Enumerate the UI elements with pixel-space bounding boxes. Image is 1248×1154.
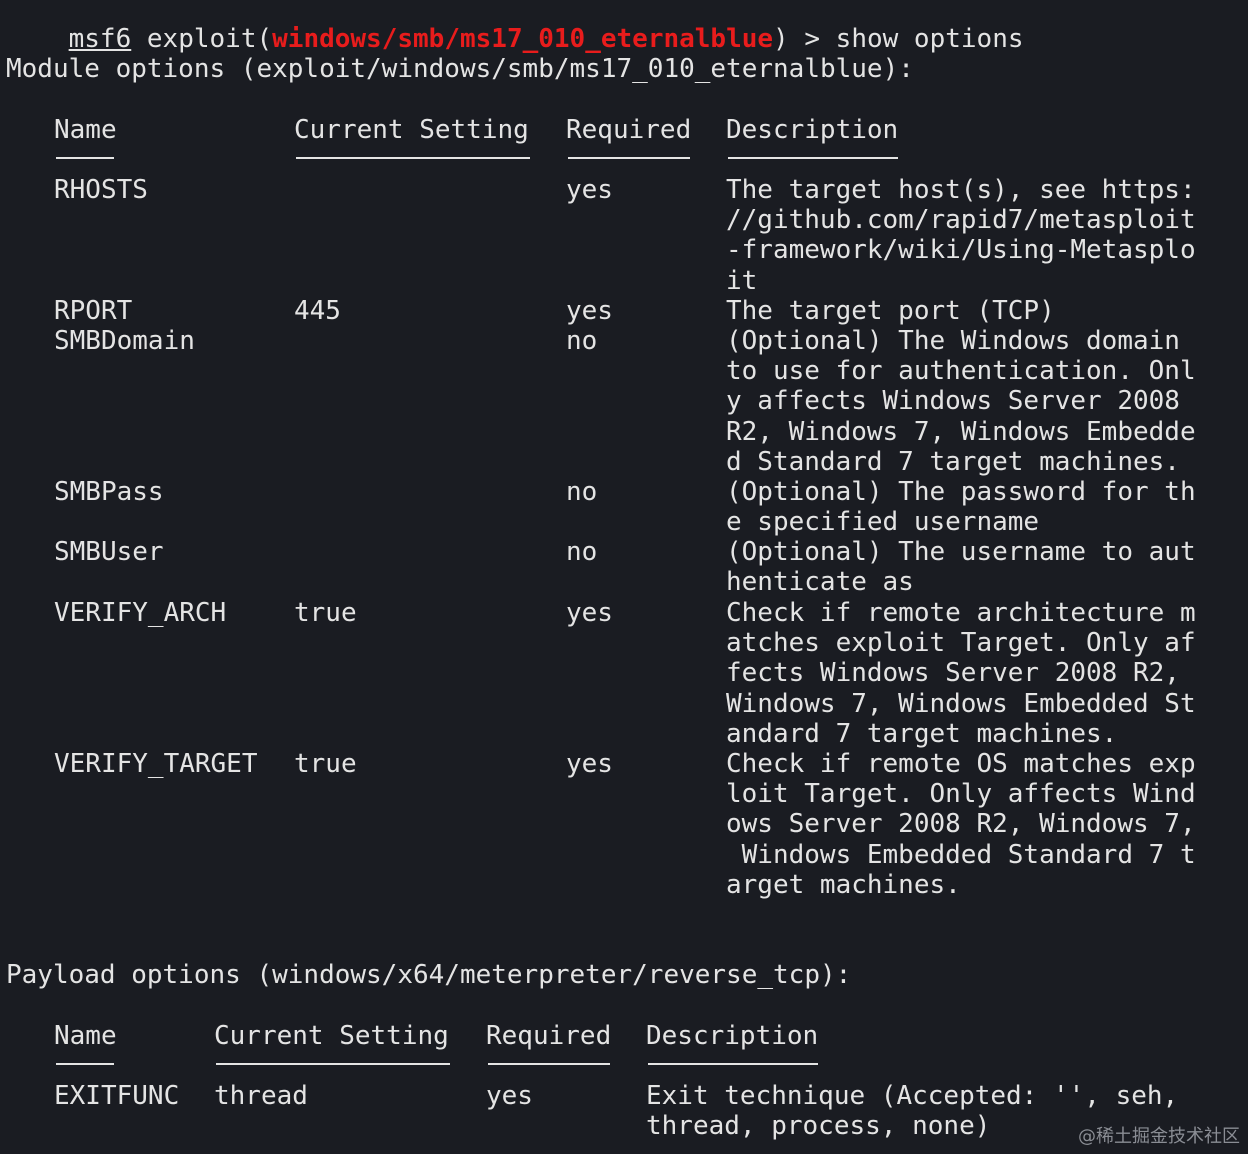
option-required: yes <box>566 175 613 205</box>
header-underline <box>56 157 114 159</box>
header-current-setting: Current Setting <box>214 1021 449 1051</box>
header-current-setting: Current Setting <box>294 115 529 145</box>
option-name: EXITFUNC <box>54 1081 180 1111</box>
header-required: Required <box>486 1021 612 1051</box>
header-underline <box>296 157 530 159</box>
header-description: Description <box>726 115 899 145</box>
header-name: Name <box>54 1021 117 1051</box>
option-description: The target port (TCP) <box>726 296 1055 326</box>
option-current-setting: 445 <box>294 296 341 326</box>
option-required: no <box>566 326 598 356</box>
option-name: SMBDomain <box>54 326 195 356</box>
header-underline <box>216 1063 450 1065</box>
exploit-prefix: exploit( <box>131 24 273 54</box>
command-text: ) > show options <box>773 24 1024 54</box>
option-description: (Optional) The password for th e specifi… <box>726 477 1196 538</box>
terminal-window[interactable]: msf6 exploit(windows/smb/ms17_010_eterna… <box>0 0 1248 1154</box>
option-name: RHOSTS <box>54 175 148 205</box>
header-description: Description <box>646 1021 819 1051</box>
header-underline <box>648 1063 818 1065</box>
option-required: yes <box>566 296 613 326</box>
header-underline <box>728 157 898 159</box>
header-underline <box>488 1063 610 1065</box>
watermark-text: @稀土掘金技术社区 <box>1078 1126 1240 1147</box>
active-module-name: windows/smb/ms17_010_eternalblue <box>272 24 774 54</box>
option-name: VERIFY_ARCH <box>54 598 227 628</box>
payload-options-heading: Payload options (windows/x64/meterpreter… <box>6 960 852 990</box>
option-required: yes <box>566 598 613 628</box>
option-description: (Optional) The username to aut henticate… <box>726 537 1196 598</box>
option-current-setting: true <box>294 749 357 779</box>
option-name: VERIFY_TARGET <box>54 749 258 779</box>
option-description: (Optional) The Windows domain to use for… <box>726 326 1196 477</box>
option-current-setting: true <box>294 598 357 628</box>
option-name: RPORT <box>54 296 133 326</box>
option-required: yes <box>566 749 613 779</box>
module-options-heading: Module options (exploit/windows/smb/ms17… <box>6 54 914 84</box>
header-underline <box>56 1063 114 1065</box>
header-required: Required <box>566 115 692 145</box>
option-required: no <box>566 477 598 507</box>
option-required: yes <box>486 1081 533 1111</box>
option-description: Check if remote OS matches exp loit Targ… <box>726 749 1196 900</box>
option-current-setting: thread <box>214 1081 308 1111</box>
header-underline <box>568 157 690 159</box>
option-description: Check if remote architecture m atches ex… <box>726 598 1196 749</box>
option-description: The target host(s), see https: //github.… <box>726 175 1196 296</box>
option-required: no <box>566 537 598 567</box>
msf-prompt: msf6 <box>68 24 132 54</box>
header-name: Name <box>54 115 117 145</box>
option-name: SMBPass <box>54 477 164 507</box>
option-name: SMBUser <box>54 537 164 567</box>
